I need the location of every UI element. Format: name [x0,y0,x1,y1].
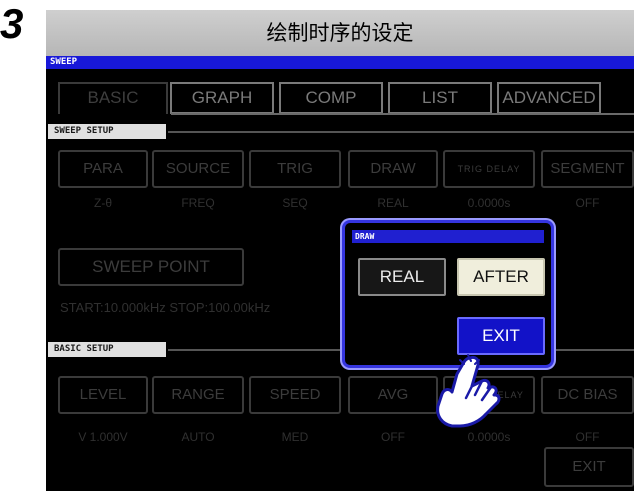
range-value: AUTO [181,430,215,444]
segment-button[interactable]: SEGMENT [541,150,634,188]
draw-popup-title: DRAW [352,230,544,243]
sweep-point-button[interactable]: SWEEP POINT [58,248,244,286]
hand-pointer-icon [436,354,501,428]
range-button[interactable]: RANGE [152,376,244,414]
draw-popup: DRAW REAL AFTER EXIT [342,220,554,368]
level-value: V 1.000V [78,430,128,444]
avg-value: OFF [381,430,405,444]
dc-bias-value: OFF [575,430,600,444]
device-screen: SWEEP BASIC GRAPH COMP LIST ADVANCED SWE… [46,56,634,491]
basic-setup-label: BASIC SETUP [48,342,166,357]
tab-list[interactable]: LIST [388,82,492,114]
dc-bias-button[interactable]: DC BIAS [541,376,634,414]
tab-basic[interactable]: BASIC [58,82,168,114]
trig-button[interactable]: TRIG [249,150,341,188]
real-button[interactable]: REAL [358,258,446,296]
para-value: Z-θ [94,196,112,210]
draw-value: REAL [377,196,409,210]
speed-value: MED [281,430,309,444]
screen-title: SWEEP [46,56,634,69]
trig-value: SEQ [282,196,308,210]
draw-button[interactable]: DRAW [348,150,438,188]
level-button[interactable]: LEVEL [58,376,148,414]
point-delay-value: 0.0000s [467,430,511,444]
tab-advanced[interactable]: ADVANCED [497,82,601,114]
sweep-setup-label: SWEEP SETUP [48,124,166,139]
avg-button[interactable]: AVG [348,376,438,414]
source-value: FREQ [181,196,215,210]
segment-value: OFF [575,196,600,210]
para-button[interactable]: PARA [58,150,148,188]
trig-delay-value: 0.0000s [467,196,511,210]
source-button[interactable]: SOURCE [152,150,244,188]
popup-exit-button[interactable]: EXIT [457,317,545,355]
speed-button[interactable]: SPEED [249,376,341,414]
page-title: 绘制时序的设定 [46,10,634,56]
sweep-range-text: START:10.000kHz STOP:100.00kHz [60,300,271,315]
screen-exit-button[interactable]: EXIT [544,447,634,487]
tab-graph[interactable]: GRAPH [170,82,274,114]
sweep-setup-divider [168,131,634,133]
step-number: 3 [0,0,24,47]
trig-delay-button[interactable]: TRIG DELAY [443,150,535,188]
tab-comp[interactable]: COMP [279,82,383,114]
tab-divider [171,113,634,115]
after-button[interactable]: AFTER [457,258,545,296]
